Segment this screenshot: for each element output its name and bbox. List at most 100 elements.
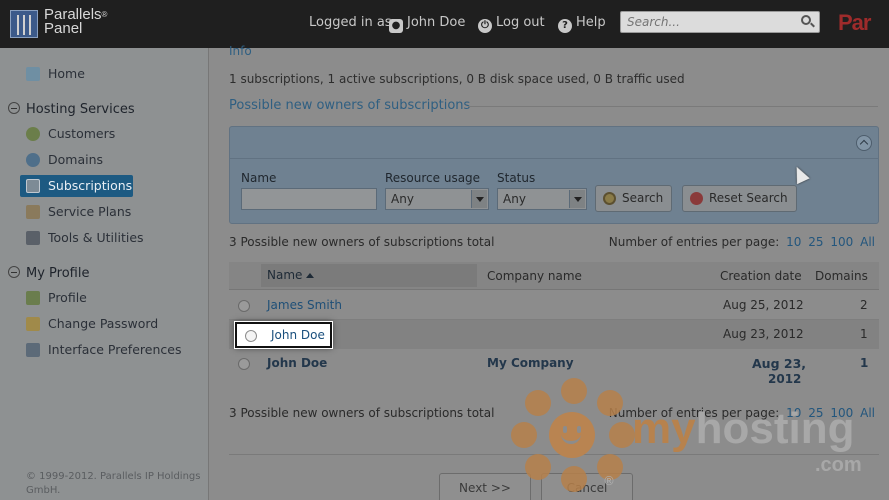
power-icon: ⏻ [478, 19, 492, 33]
sidebar-item-label: Domains [48, 152, 104, 167]
per-page-100[interactable]: 100 [830, 235, 853, 249]
row-radio[interactable] [238, 300, 250, 312]
help-icon: ? [558, 19, 572, 33]
parallels-logo-icon [10, 10, 38, 38]
status-label: Status [497, 171, 536, 185]
column-header-domains[interactable]: Domains [815, 262, 868, 290]
sidebar-item-label: Profile [48, 290, 87, 305]
sidebar-item-domains[interactable]: Domains [20, 149, 109, 171]
owner-name-link[interactable]: James Smith [267, 298, 342, 312]
column-header-company[interactable]: Company name [487, 262, 582, 290]
sidebar-navigation: Home Hosting Services Customers Domains … [0, 48, 209, 500]
broom-icon [690, 192, 703, 205]
per-page-10[interactable]: 10 [786, 235, 801, 249]
customer-icon [26, 127, 40, 141]
table-row: James Smith Aug 25, 2012 2 [229, 291, 879, 320]
resource-usage-value: Any [391, 192, 414, 206]
sidebar-item-subscriptions[interactable]: Subscriptions [20, 175, 133, 197]
per-page-all[interactable]: All [860, 235, 875, 249]
parallels-brand-logo: Par [838, 10, 871, 35]
watermark-dot [597, 390, 623, 416]
domains-cell: 2 [860, 298, 868, 312]
creation-date-line: Aug 23, [752, 356, 807, 371]
sidebar-item-label: Service Plans [48, 204, 132, 219]
sidebar-item-label: Tools & Utilities [48, 230, 144, 245]
reset-search-button[interactable]: Reset Search [682, 185, 797, 212]
watermark-dot [525, 454, 551, 480]
search-icon[interactable] [801, 15, 811, 25]
resource-usage-label: Resource usage [385, 171, 481, 185]
entries-per-page-top: Number of entries per page: 10 25 100 Al… [609, 235, 875, 249]
logged-in-label: Logged in as [309, 15, 392, 30]
sidebar-item-label: Home [48, 66, 85, 81]
sidebar-item-change-password[interactable]: Change Password [20, 313, 164, 335]
per-page-25[interactable]: 25 [808, 235, 823, 249]
sidebar-item-home[interactable]: Home [20, 63, 91, 85]
parallels-panel-logo[interactable]: Parallels® Panel [10, 6, 130, 42]
smiley-face-icon [549, 412, 595, 458]
collapse-filter-icon[interactable] [856, 135, 872, 151]
myhosting-watermark: myhosting .com ® [505, 378, 875, 496]
magnifier-icon [603, 192, 616, 205]
global-search-input[interactable] [627, 14, 787, 30]
tools-icon [26, 231, 40, 245]
highlighted-owner-option[interactable]: John Doe [235, 322, 332, 348]
logout-link[interactable]: ⏻ Log out [478, 15, 545, 33]
name-filter-input[interactable] [241, 188, 377, 210]
watermark-dot [511, 422, 537, 448]
watermark-com: .com [815, 454, 862, 476]
service-plans-icon [26, 205, 40, 219]
sidebar-item-interface-preferences[interactable]: Interface Preferences [20, 339, 187, 361]
collapse-toggle-icon[interactable] [8, 266, 20, 278]
watermark-dot [561, 378, 587, 404]
watermark-text: myhosting [632, 404, 855, 453]
row-radio[interactable] [238, 358, 250, 370]
table-header: Name Company name Creation date Domains [229, 262, 879, 290]
row-radio[interactable] [245, 330, 257, 342]
sidebar-item-label: Interface Preferences [48, 342, 182, 357]
sort-ascending-icon [306, 273, 315, 278]
sidebar-item-service-plans[interactable]: Service Plans [20, 201, 137, 223]
total-count-top: 3 Possible new owners of subscriptions t… [229, 235, 495, 249]
section-my-profile[interactable]: My Profile [8, 266, 89, 281]
subscription-icon [26, 179, 40, 193]
status-value: Any [503, 192, 526, 206]
total-count-bottom: 3 Possible new owners of subscriptions t… [229, 406, 495, 420]
per-page-label: Number of entries per page: [608, 235, 780, 249]
sidebar-item-customers[interactable]: Customers [20, 123, 121, 145]
sidebar-item-tools-utilities[interactable]: Tools & Utilities [20, 227, 150, 249]
key-icon [26, 317, 40, 331]
logo-text: Parallels® Panel [44, 6, 108, 37]
owner-name-link[interactable]: John Doe [271, 328, 325, 342]
help-link[interactable]: ? Help [558, 15, 606, 33]
global-search-box [620, 11, 820, 33]
sidebar-item-profile[interactable]: Profile [20, 287, 93, 309]
user-account-link[interactable]: ● John Doe [389, 15, 465, 33]
collapse-toggle-icon[interactable] [8, 102, 20, 114]
owner-name-link[interactable]: John Doe [267, 356, 327, 370]
creation-date-cell: Aug 25, 2012 [723, 298, 804, 312]
watermark-dot [561, 466, 587, 492]
column-header-name[interactable]: Name [261, 264, 477, 287]
domains-cell: 1 [860, 356, 869, 370]
column-header-creation-date[interactable]: Creation date [720, 262, 802, 290]
search-button[interactable]: Search [595, 185, 673, 212]
section-title: Possible new owners of subscriptions [229, 98, 471, 113]
creation-date-cell: Aug 23, [752, 356, 806, 371]
sidebar-item-label: Subscriptions [48, 178, 133, 193]
section-divider [468, 106, 878, 107]
resource-usage-select[interactable]: Any [385, 188, 489, 210]
profile-card-icon [26, 291, 40, 305]
info-heading: Info [229, 44, 252, 58]
section-hosting-services[interactable]: Hosting Services [8, 102, 135, 117]
creation-date-cell: Aug 23, 2012 [723, 327, 804, 341]
globe-icon [26, 153, 40, 167]
preferences-icon [26, 343, 40, 357]
dropdown-arrow-icon [569, 190, 585, 208]
watermark-dot [525, 390, 551, 416]
sidebar-item-label: Customers [48, 126, 116, 141]
watermark-registered: ® [603, 474, 615, 488]
status-select[interactable]: Any [497, 188, 587, 210]
name-filter-label: Name [241, 171, 277, 185]
subscription-summary: 1 subscriptions, 1 active subscriptions,… [229, 72, 685, 86]
